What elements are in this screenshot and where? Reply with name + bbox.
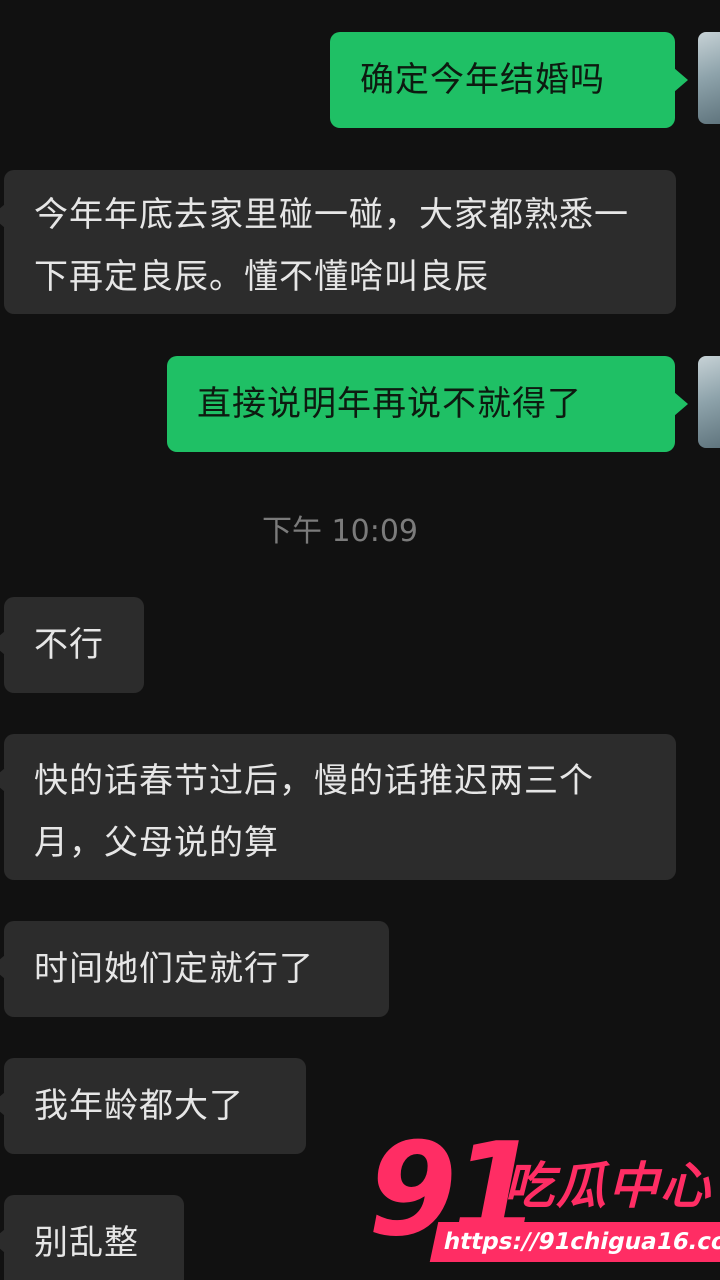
message-bubble-incoming[interactable]: 别乱整 [0,1195,184,1280]
message-text: 直接说明年再说不就得了 [197,384,582,424]
watermark-url: https://91chigua16.com [429,1222,720,1262]
message-text: 确定今年结婚吗 [360,60,605,100]
chat-window: 确定今年结婚吗 今年年底去家里碰一碰，大家都熟悉一下再定良辰。懂不懂啥叫良辰 直… [0,0,720,1280]
message-text: 不行 [34,625,104,665]
message-bubble-outgoing[interactable]: 直接说明年再说不就得了 [167,356,688,452]
avatar[interactable] [698,32,720,124]
message-text: 我年龄都大了 [34,1086,244,1126]
message-bubble-incoming[interactable]: 时间她们定就行了 [0,921,389,1017]
message-bubble-incoming[interactable]: 我年龄都大了 [0,1058,306,1154]
message-bubble-outgoing[interactable]: 确定今年结婚吗 [330,32,688,128]
message-text: 今年年底去家里碰一碰，大家都熟悉一下再定良辰。懂不懂啥叫良辰 [34,195,629,297]
message-bubble-incoming[interactable]: 不行 [0,597,144,693]
watermark-logo: 91 吃瓜中心 https://91chigua16.com [368,1126,720,1276]
message-bubble-incoming[interactable]: 今年年底去家里碰一碰，大家都熟悉一下再定良辰。懂不懂啥叫良辰 [0,170,676,314]
watermark-brand: 吃瓜中心 [504,1157,712,1215]
message-text: 别乱整 [34,1223,139,1263]
message-text: 快的话春节过后，慢的话推迟两三个月，父母说的算 [34,761,594,863]
message-bubble-incoming[interactable]: 快的话春节过后，慢的话推迟两三个月，父母说的算 [0,734,676,880]
message-text: 时间她们定就行了 [34,949,314,989]
avatar[interactable] [698,356,720,448]
message-timestamp: 下午 10:09 [262,514,418,549]
